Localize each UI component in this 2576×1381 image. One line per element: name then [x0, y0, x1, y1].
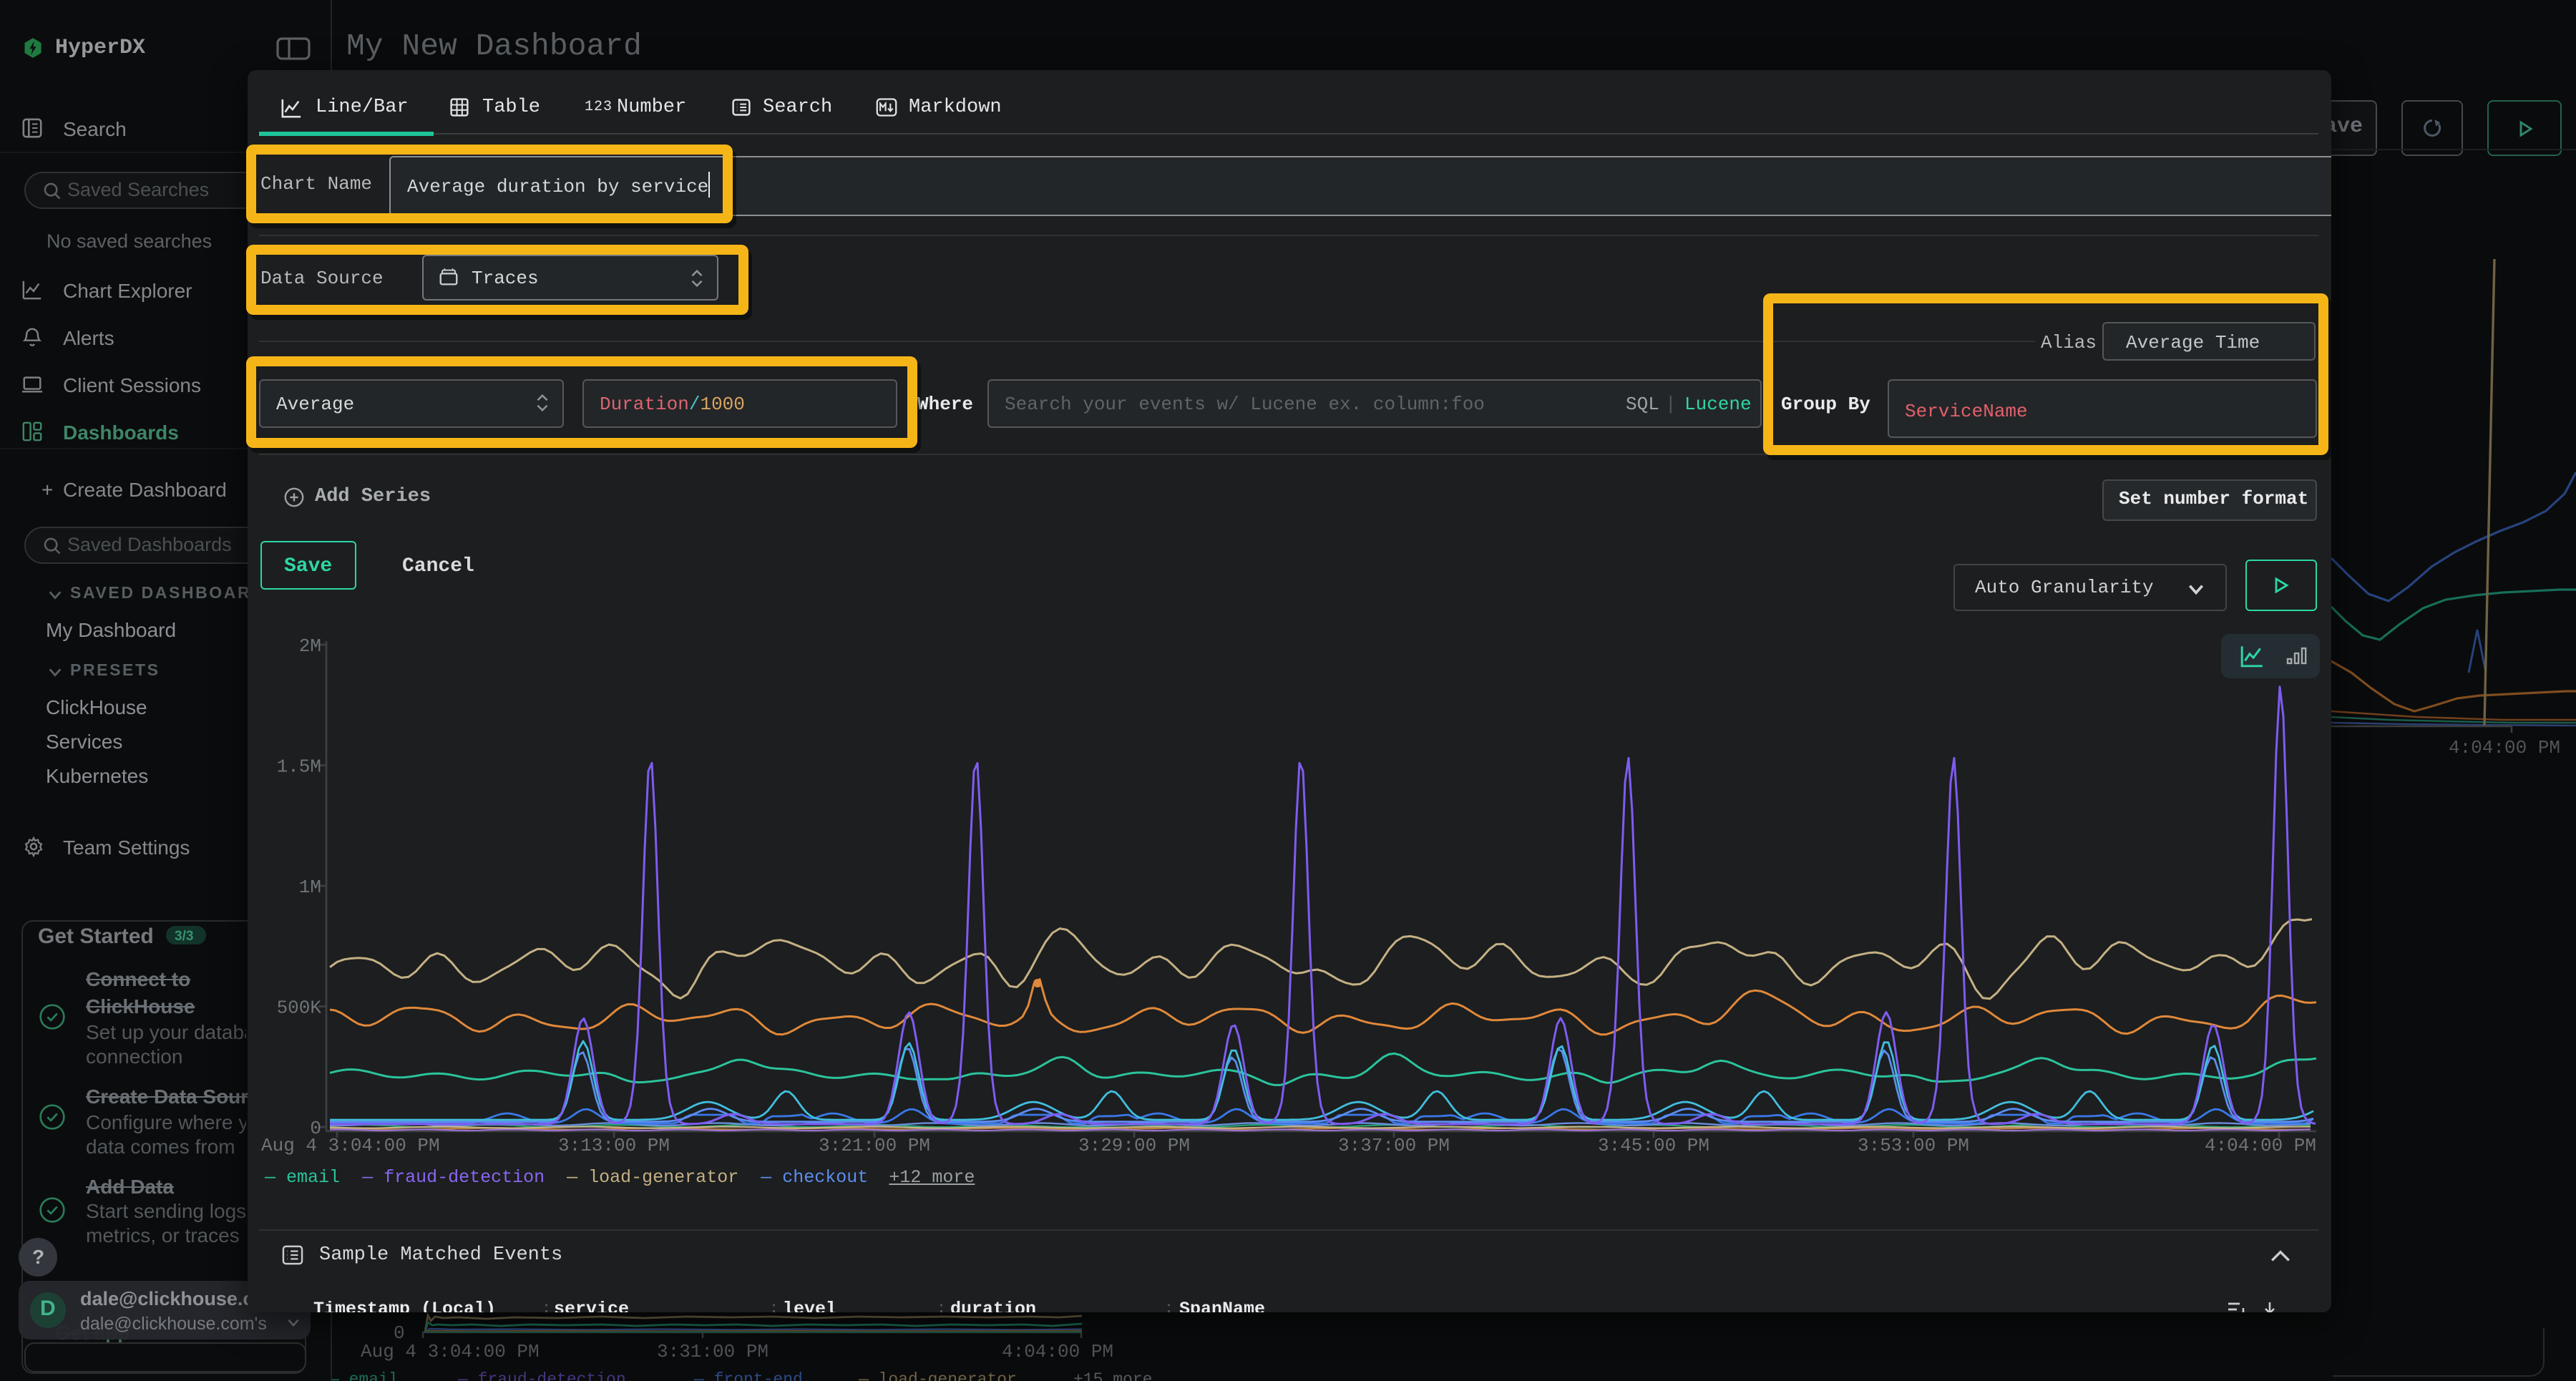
svg-text:— fraud-detection: — fraud-detection [457, 1370, 626, 1381]
svg-text:4:04:00 PM: 4:04:00 PM [1002, 1341, 1113, 1362]
svg-text:3:37:00 PM: 3:37:00 PM [1337, 1135, 1449, 1156]
svg-text:3:13:00 PM: 3:13:00 PM [557, 1135, 669, 1156]
svg-text:3:21:00 PM: 3:21:00 PM [818, 1135, 930, 1156]
svg-text:3:45:00 PM: 3:45:00 PM [1597, 1135, 1709, 1156]
svg-text:1M: 1M [298, 877, 321, 898]
svg-text:— front-end: — front-end [693, 1370, 803, 1381]
svg-text:— email: — email [329, 1370, 399, 1381]
svg-text:Aug 4 3:04:00 PM: Aug 4 3:04:00 PM [260, 1135, 439, 1156]
svg-text:4:04:00 PM: 4:04:00 PM [2449, 737, 2560, 758]
svg-text:3:53:00 PM: 3:53:00 PM [1857, 1135, 1968, 1156]
svg-text:1.5M: 1.5M [276, 756, 321, 778]
svg-text:3:31:00 PM: 3:31:00 PM [657, 1341, 769, 1362]
svg-text:2M: 2M [298, 635, 321, 657]
svg-text:3:29:00 PM: 3:29:00 PM [1078, 1135, 1189, 1156]
svg-text:— load-generator: — load-generator [858, 1370, 1017, 1381]
svg-text:4:04:00 PM: 4:04:00 PM [2204, 1135, 2316, 1156]
svg-text:500K: 500K [276, 997, 321, 1019]
svg-text:+15 more: +15 more [1073, 1370, 1152, 1381]
svg-text:Aug 4 3:04:00 PM: Aug 4 3:04:00 PM [361, 1341, 540, 1362]
